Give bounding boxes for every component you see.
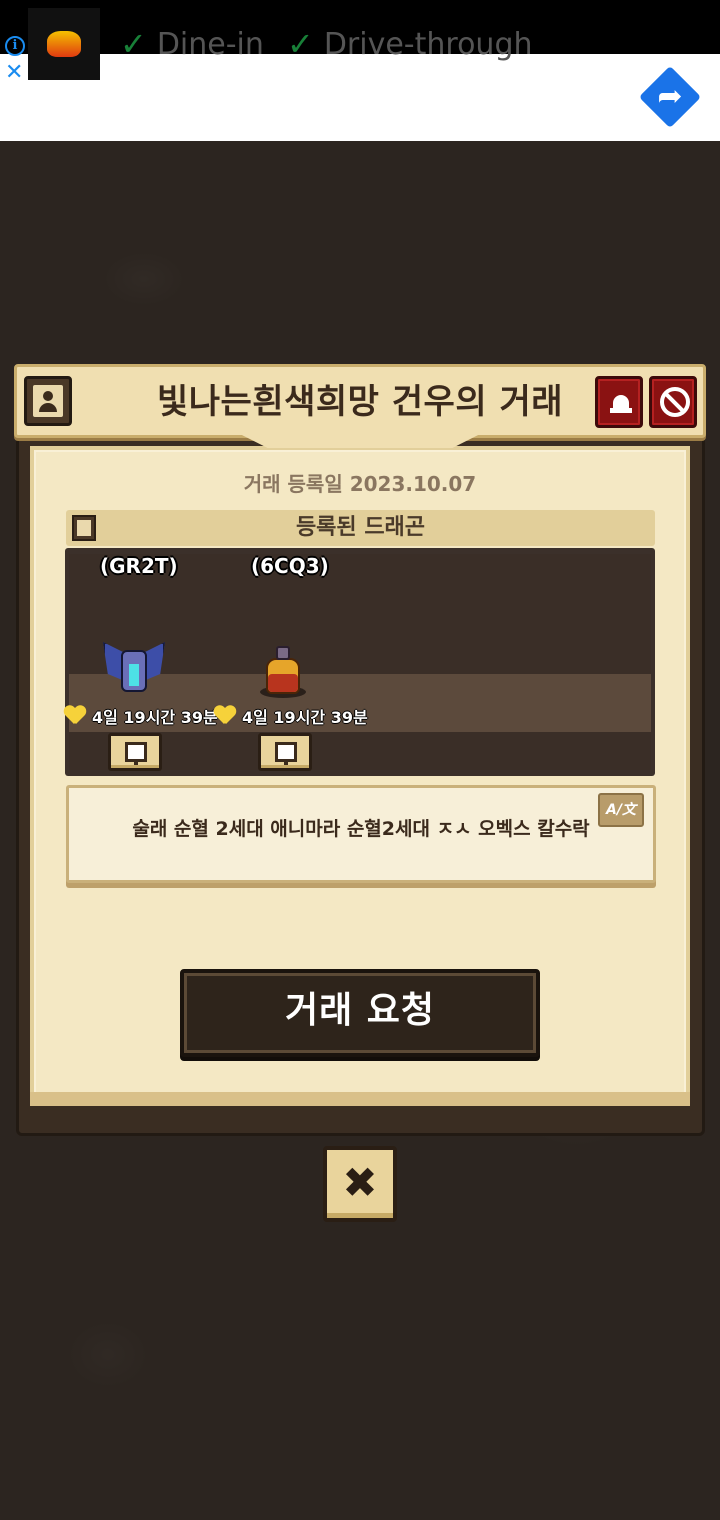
profile-button[interactable] [24,376,72,426]
close-icon: ✖ [342,1158,378,1207]
dragon-timer: 4일 19시간 39분 [214,704,368,728]
timer-text: 4일 19시간 39분 [242,708,368,727]
family-tree-button[interactable] [108,733,162,771]
heart-icon [64,706,86,726]
dragon-egg-sprite[interactable] [258,644,308,698]
dragon-header-label: 등록된 드래곤 [295,515,426,540]
close-button[interactable]: ✖ [323,1146,397,1222]
close-icon[interactable]: ✕ [5,62,23,84]
ad-banner[interactable] [0,54,720,141]
dragon-code: (6CQ3) [251,554,329,578]
ad-item-dine-in[interactable]: ✓ Dine-in [120,22,264,66]
siren-icon [608,389,634,415]
ad-logo[interactable] [28,8,100,80]
dragon-code: (GR2T) [100,554,178,578]
trade-message: 술래 순혈 2세대 애니마라 순혈2세대 ㅈㅅ 오벡스 칼수락 [132,818,590,840]
family-tree-button[interactable] [258,733,312,771]
check-icon: ✓ [287,25,314,63]
trade-request-label[interactable]: 거래 요청 [180,969,540,1053]
ad-item-label: Dine-in [156,26,264,62]
heart-icon [214,706,236,726]
modal-bottom-strip [30,1092,690,1106]
report-button[interactable] [595,376,643,428]
block-button[interactable] [649,376,697,428]
directions-arrow: ➦ [657,79,683,114]
ad-item-drive-through[interactable]: ✓ Drive-through [287,22,533,66]
check-icon: ✓ [120,25,147,63]
family-tree-icon [125,742,147,765]
block-icon [660,387,690,417]
info-icon[interactable]: i [5,36,25,56]
register-date: 거래 등록일 2023.10.07 [243,472,477,496]
translate-button[interactable]: A/文 [598,793,644,827]
title-tab [228,428,492,448]
dragon-sprite[interactable] [103,638,165,696]
ad-item-label: Drive-through [323,26,533,62]
family-tree-icon [275,742,297,765]
modal-title: 빛나는흰색희망 건우의 거래 [156,382,564,422]
dragon-timer: 4일 19시간 39분 [64,704,218,728]
timer-text: 4일 19시간 39분 [92,708,218,727]
